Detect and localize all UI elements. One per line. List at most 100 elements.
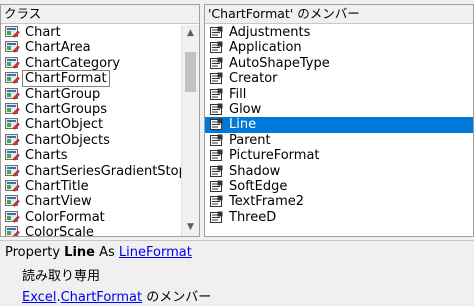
member-name: Line xyxy=(64,245,95,260)
member-of-suffix: のメンバー xyxy=(142,290,212,305)
member-item-label: Shadow xyxy=(229,163,281,179)
member-item[interactable]: SoftEdge xyxy=(205,179,473,194)
class-item-label: ChartSeriesGradientStopData xyxy=(25,163,182,179)
member-item[interactable]: ThreeD xyxy=(205,210,473,225)
scroll-down-icon[interactable]: ▼ xyxy=(182,219,199,236)
class-item[interactable]: ChartObject xyxy=(1,117,182,132)
member-item[interactable]: Creator xyxy=(205,71,473,86)
class-item-label: ChartObjects xyxy=(25,132,110,148)
property-icon xyxy=(209,88,224,101)
class-item[interactable]: ChartSeriesGradientStopData xyxy=(1,164,182,179)
class-icon xyxy=(5,164,20,178)
member-of: Excel.ChartFormat のメンバー xyxy=(22,286,211,305)
property-icon xyxy=(209,72,224,85)
member-item-label: ThreeD xyxy=(229,209,277,225)
member-signature: Property Line As LineFormat xyxy=(5,245,192,260)
member-item-label: TextFrame2 xyxy=(229,194,305,210)
class-icon xyxy=(5,102,20,116)
class-item-label: ChartArea xyxy=(25,40,91,56)
class-item[interactable]: ChartObjects xyxy=(1,133,182,148)
class-item[interactable]: ChartFormat xyxy=(1,70,182,88)
member-item-label: Creator xyxy=(229,71,278,87)
property-icon xyxy=(209,211,224,224)
class-icon xyxy=(5,56,20,70)
property-icon xyxy=(209,149,224,162)
class-icon xyxy=(5,87,20,101)
member-item[interactable]: Line xyxy=(205,117,473,133)
property-icon xyxy=(209,41,224,54)
class-icon xyxy=(5,195,20,208)
class-icon xyxy=(5,41,20,54)
signature-as: As xyxy=(94,245,119,260)
member-item-label: Application xyxy=(229,40,302,56)
member-item[interactable]: Adjustments xyxy=(205,25,473,40)
member-item[interactable]: Fill xyxy=(205,87,473,102)
property-icon xyxy=(209,134,224,147)
access-text: 読み取り専用 xyxy=(22,269,101,284)
property-icon xyxy=(209,195,224,208)
class-item-label: ChartCategory xyxy=(25,55,121,71)
class-item-label: Chart xyxy=(25,25,61,40)
member-item-label: Adjustments xyxy=(229,25,311,40)
class-item[interactable]: Chart xyxy=(1,25,182,40)
class-item[interactable]: ColorFormat xyxy=(1,210,182,225)
class-item[interactable]: Charts xyxy=(1,148,182,163)
details-pane: Property Line As LineFormat 読み取り専用 Excel… xyxy=(0,240,474,306)
members-list[interactable]: Adjustments Application AutoShapeType Creat… xyxy=(205,25,473,236)
classes-pane: クラス Chart ChartArea ChartCategory ChartForm… xyxy=(0,4,200,237)
classes-list[interactable]: Chart ChartArea ChartCategory ChartFormat Ch… xyxy=(1,25,182,236)
class-icon xyxy=(5,133,20,147)
library-link[interactable]: Excel xyxy=(22,290,56,305)
class-item[interactable]: ChartGroups xyxy=(1,102,182,117)
type-link[interactable]: LineFormat xyxy=(119,245,192,260)
class-item-label: ChartObject xyxy=(25,117,104,133)
member-item[interactable]: PictureFormat xyxy=(205,148,473,163)
members-header: 'ChartFormat' のメンバー xyxy=(205,5,473,24)
class-icon xyxy=(5,149,20,162)
class-icon xyxy=(5,118,20,131)
class-item-label: ChartGroup xyxy=(25,86,101,102)
member-item-label: AutoShapeType xyxy=(229,55,330,71)
member-item[interactable]: Parent xyxy=(205,133,473,148)
class-item-label: ColorScale xyxy=(25,225,94,236)
class-item-label: ColorFormat xyxy=(25,209,105,225)
classes-scrollbar[interactable]: ▲ ▼ xyxy=(181,25,199,236)
class-item[interactable]: ChartGroup xyxy=(1,87,182,102)
property-icon xyxy=(209,180,224,193)
member-item[interactable]: Application xyxy=(205,40,473,55)
property-icon xyxy=(209,26,224,39)
class-item[interactable]: ChartTitle xyxy=(1,179,182,194)
member-item[interactable]: TextFrame2 xyxy=(205,194,473,209)
member-item[interactable]: AutoShapeType xyxy=(205,56,473,71)
member-item-label: Fill xyxy=(229,86,247,102)
member-item-label: Glow xyxy=(229,101,262,117)
class-item[interactable]: ColorScale xyxy=(1,225,182,236)
scroll-up-icon[interactable]: ▲ xyxy=(182,25,199,42)
class-icon xyxy=(5,72,20,85)
member-item-label: Line xyxy=(229,117,257,133)
scroll-thumb[interactable] xyxy=(185,52,196,92)
member-item-label: PictureFormat xyxy=(229,148,320,164)
classes-header: クラス xyxy=(1,5,199,24)
class-icon xyxy=(5,210,20,224)
class-item[interactable]: ChartCategory xyxy=(1,56,182,71)
class-icon xyxy=(5,179,20,193)
class-item[interactable]: ChartView xyxy=(1,194,182,209)
class-link[interactable]: ChartFormat xyxy=(61,290,143,305)
member-item-label: Parent xyxy=(229,132,271,148)
property-icon xyxy=(209,165,224,178)
class-item-label: ChartFormat xyxy=(22,70,110,88)
property-icon xyxy=(209,57,224,70)
member-item-label: SoftEdge xyxy=(229,178,288,194)
property-icon xyxy=(209,103,224,116)
class-item-label: ChartGroups xyxy=(25,101,108,117)
signature-prefix: Property xyxy=(5,245,65,260)
class-item[interactable]: ChartArea xyxy=(1,40,182,55)
class-item-label: Charts xyxy=(25,148,68,164)
member-item[interactable]: Glow xyxy=(205,102,473,117)
class-icon xyxy=(5,26,20,39)
class-item-label: ChartView xyxy=(25,194,92,210)
class-icon xyxy=(5,226,20,236)
member-item[interactable]: Shadow xyxy=(205,164,473,179)
property-icon xyxy=(209,118,224,131)
